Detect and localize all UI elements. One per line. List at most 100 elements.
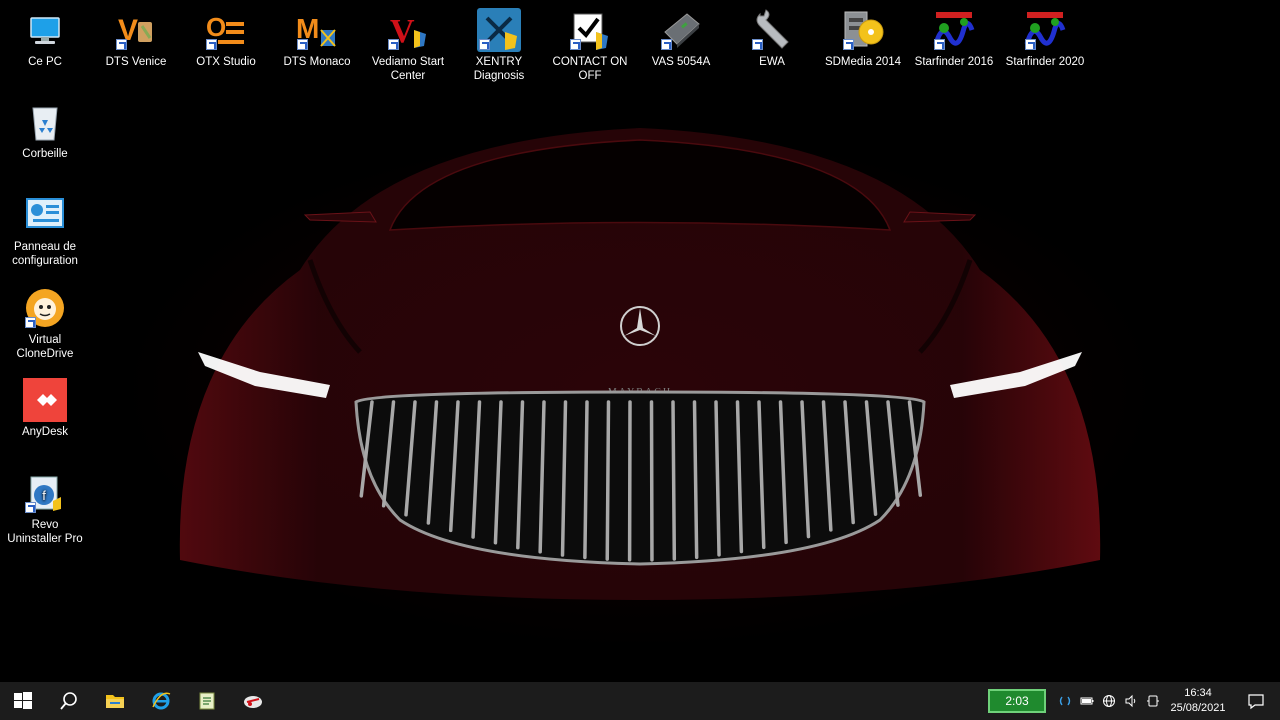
globe-icon [1103,695,1115,707]
desktop-icon-label: Starfinder 2016 [914,56,994,68]
svg-text:f: f [42,488,46,503]
desktop[interactable]: MAYBACH Ce PC Corbeille Panneau de confi… [0,0,1280,682]
clock[interactable]: 16:34 25/08/2021 [1164,686,1232,716]
desktop-icon-vediamo-start-center[interactable]: V Vediamo Start Center [366,8,450,83]
speaker-icon [1125,694,1136,708]
xentry-icon [477,8,521,52]
tray-device[interactable] [1142,682,1164,720]
sync-icon [1059,696,1071,706]
recycle-bin-icon [23,100,67,144]
shortcut-arrow-icon [934,39,945,50]
shortcut-arrow-icon [843,39,854,50]
start-button[interactable] [0,682,46,720]
desktop-icon-label: AnyDesk [21,426,69,438]
notepad-icon [199,692,215,710]
desktop-icon-label: Virtual CloneDrive [16,334,74,360]
desktop-icon-label: Ce PC [28,56,62,68]
grille-bar [692,400,699,560]
search-button[interactable] [46,682,92,720]
taskbar-file-explorer[interactable] [92,682,138,720]
desktop-icon-label: CONTACT ON OFF [552,56,628,82]
notification-icon [1248,694,1264,710]
clock-time: 16:34 [1184,687,1212,699]
anydesk-icon [23,378,67,422]
desktop-icon-ce-pc[interactable]: Ce PC [3,8,87,69]
desktop-icon-xentry-diagnosis[interactable]: XENTRY Diagnosis [457,8,541,83]
starfinder-icon [1023,8,1067,52]
svg-text:O: O [206,12,226,42]
shortcut-arrow-icon [570,39,581,50]
sdmedia-icon [841,8,885,52]
desktop-icon-otx-studio[interactable]: O OTX Studio [184,8,268,69]
desktop-icon-sdmedia-2014[interactable]: SDMedia 2014 [821,8,905,69]
desktop-icon-label: Starfinder 2020 [1005,56,1085,68]
desktop-icon-label: OTX Studio [196,56,256,68]
session-timer[interactable]: 2:03 [988,689,1046,713]
device-icon [1147,695,1159,707]
desktop-icon-label: DTS Monaco [283,56,351,68]
otx-studio-icon: O [204,8,248,52]
desktop-icon-virtual-clonedrive[interactable]: Virtual CloneDrive [3,286,87,361]
search-icon [60,692,77,710]
desktop-icon-dts-venice[interactable]: V DTS Venice [94,8,178,69]
taskbar-internet-explorer[interactable] [138,682,184,720]
desktop-icon-starfinder-2016[interactable]: Starfinder 2016 [912,8,996,69]
desktop-icon-revo-uninstaller-pro[interactable]: f Revo Uninstaller Pro [3,471,87,546]
vediamo-icon: V [386,8,430,52]
wrench-icon [750,8,794,52]
computer-icon [23,8,67,52]
starfinder-icon [932,8,976,52]
tray-sync[interactable] [1054,682,1076,720]
battery-icon [1080,697,1094,705]
clock-date: 25/08/2021 [1170,702,1226,714]
desktop-icon-corbeille[interactable]: Corbeille [3,100,87,161]
shortcut-arrow-icon [752,39,763,50]
shortcut-arrow-icon [661,39,672,50]
xentry-pinned-icon [244,696,262,708]
vas-device-icon [659,8,703,52]
system-tray: 2:03 16:34 25/08/2021 [988,682,1280,720]
tray-volume[interactable] [1120,682,1142,720]
desktop-icon-contact-on-off[interactable]: CONTACT ON OFF [548,8,632,83]
shortcut-arrow-icon [297,39,308,50]
grille-bar [671,400,677,561]
desktop-icon-anydesk[interactable]: AnyDesk [3,378,87,439]
desktop-icon-label: DTS Venice [105,56,167,68]
desktop-icon-label: Corbeille [22,148,68,160]
shortcut-arrow-icon [206,39,217,50]
desktop-icon-label: Revo Uninstaller Pro [7,519,83,545]
notification-center-button[interactable] [1232,682,1280,720]
control-panel-icon [23,193,67,237]
shortcut-arrow-icon [1025,39,1036,50]
desktop-icon-vas-5054a[interactable]: VAS 5054A [639,8,723,69]
shortcut-arrow-icon [479,39,490,50]
internet-explorer-icon [152,692,171,710]
tray-battery[interactable] [1076,682,1098,720]
windows-start-icon [14,692,32,709]
file-explorer-icon [106,695,124,708]
shortcut-arrow-icon [25,317,36,328]
tray-network[interactable] [1098,682,1120,720]
taskbar-xentry[interactable] [230,682,276,720]
grille-bar [583,400,589,560]
sheep-icon [23,286,67,330]
shortcut-arrow-icon [388,39,399,50]
desktop-icon-label: Vediamo Start Center [371,56,445,82]
grille-bar [605,400,611,561]
desktop-icon-label: XENTRY Diagnosis [473,56,525,82]
dts-venice-icon: V [114,8,158,52]
desktop-icon-label: Panneau de configuration [12,241,78,267]
shortcut-arrow-icon [25,502,36,513]
desktop-icon-dts-monaco[interactable]: M DTS Monaco [275,8,359,69]
desktop-icon-starfinder-2020[interactable]: Starfinder 2020 [1003,8,1087,69]
wallpaper-maybach-car: MAYBACH [179,128,1101,600]
desktop-icon-label: EWA [759,56,785,68]
dts-monaco-icon: M [295,8,339,52]
shortcut-arrow-icon [116,39,127,50]
desktop-icon-ewa[interactable]: EWA [730,8,814,69]
taskbar-notepad[interactable] [184,682,230,720]
taskbar: 2:03 16:34 25/08/2021 [0,682,1280,720]
desktop-icon-label: SDMedia 2014 [824,56,902,68]
desktop-icon-panneau-de-configuration[interactable]: Panneau de configuration [3,193,87,268]
desktop-icon-label: VAS 5054A [651,56,711,68]
